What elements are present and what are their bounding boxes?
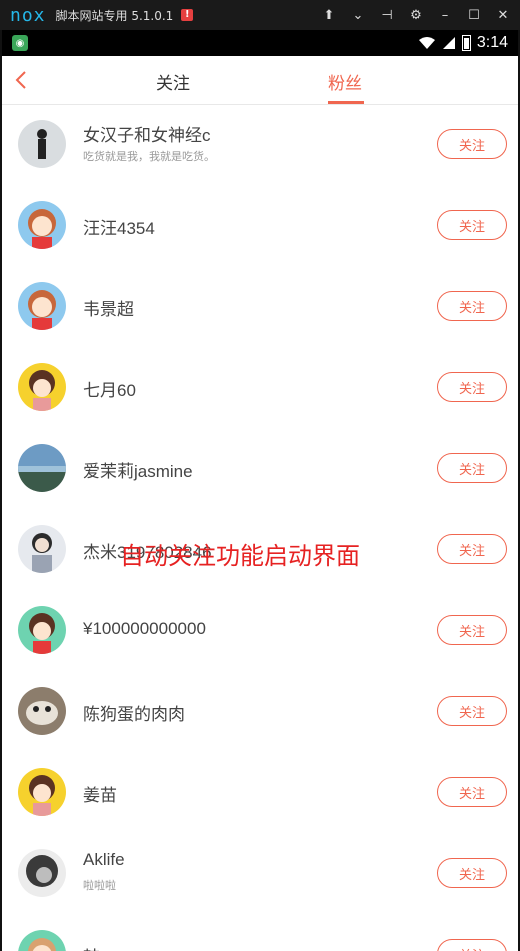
list-item[interactable]: 姜苗 关注 [2, 753, 518, 833]
follow-button[interactable]: 关注 [437, 777, 507, 807]
header: 关注 粉丝 [2, 56, 518, 105]
signal-icon [442, 37, 455, 49]
avatar[interactable] [18, 687, 66, 735]
maximize-icon[interactable]: ☐ [467, 8, 481, 23]
emulator-controls: ⬆ ⌄ ⊣ ⚙ – ☐ ✕ [322, 8, 510, 23]
battery-icon [461, 35, 471, 51]
active-tab-indicator [328, 101, 364, 104]
close-icon[interactable]: ✕ [496, 8, 510, 23]
follow-button[interactable]: 关注 [437, 858, 507, 888]
user-bio: 啦啦啦 [83, 879, 116, 892]
emulator-title-bar: nox 脚本网站专用 5.1.0.1 ! ⬆ ⌄ ⊣ ⚙ – ☐ ✕ [0, 0, 520, 30]
list-item[interactable]: 韦景超 关注 [2, 267, 518, 347]
follow-button[interactable]: 关注 [437, 372, 507, 402]
follow-button[interactable]: 关注 [437, 615, 507, 645]
avatar[interactable] [18, 282, 66, 330]
user-name: 陈狗蛋的肉肉 [83, 705, 185, 724]
tab-fans[interactable]: 粉丝 [328, 69, 362, 94]
avatar[interactable] [18, 849, 66, 897]
settings-icon[interactable]: ⚙ [409, 8, 423, 23]
user-name: 七月60 [83, 381, 136, 400]
alert-badge[interactable]: ! [181, 9, 194, 21]
list-item[interactable]: 七月60 关注 [2, 348, 518, 428]
follow-button[interactable]: 关注 [437, 210, 507, 240]
status-indicators: 3:14 [418, 34, 508, 52]
wifi-icon [418, 37, 435, 49]
list-item[interactable]: 陈狗蛋的肉肉 关注 [2, 672, 518, 752]
list-item[interactable]: 汪汪4354 关注 [2, 186, 518, 266]
list-item[interactable]: ¥100000000000 关注 [2, 591, 518, 671]
shrink-icon[interactable]: ⊣ [380, 8, 394, 23]
status-time: 3:14 [476, 34, 508, 51]
user-name: 韦景超 [83, 300, 134, 319]
avatar[interactable] [18, 201, 66, 249]
user-name: 汪汪4354 [83, 219, 155, 238]
user-bio: 吃货就是我，我就是吃货。 [83, 150, 215, 163]
follow-button[interactable]: 关注 [437, 453, 507, 483]
user-name: Aklife [83, 850, 125, 869]
list-item[interactable]: 爱茉莉jasmine 关注 [2, 429, 518, 509]
avatar[interactable] [18, 120, 66, 168]
user-name: ¥100000000000 [83, 619, 206, 638]
back-icon[interactable] [12, 70, 32, 90]
user-name: 爱茉莉jasmine [83, 462, 193, 481]
nox-logo: nox [10, 4, 46, 26]
user-name: 女汉子和女神经c [83, 126, 211, 145]
app-screen: 关注 粉丝 女汉子和女神经c 吃货就是我，我就是吃货。 关注 汪汪4354 关注 [2, 56, 518, 951]
avatar[interactable] [18, 606, 66, 654]
list-item[interactable]: Aklife 啦啦啦 关注 [2, 834, 518, 914]
pin-icon[interactable]: ⬆ [322, 8, 336, 23]
follow-button[interactable]: 关注 [437, 534, 507, 564]
emulator-title: 脚本网站专用 5.1.0.1 [55, 8, 174, 23]
app-notification-icon: ◉ [12, 35, 28, 51]
follow-button[interactable]: 关注 [437, 129, 507, 159]
avatar[interactable] [18, 930, 66, 951]
list-item[interactable]: 韩7180 关注 [2, 915, 518, 951]
overlay-caption: 自动关注功能启动界面 [120, 542, 360, 570]
avatar[interactable] [18, 768, 66, 816]
user-name: 姜苗 [83, 786, 117, 805]
status-bar: ◉ 3:14 [2, 30, 518, 56]
follow-button[interactable]: 关注 [437, 291, 507, 321]
avatar[interactable] [18, 363, 66, 411]
minimize-icon[interactable]: – [438, 8, 452, 23]
follow-button[interactable]: 关注 [437, 939, 507, 951]
list-item[interactable]: 女汉子和女神经c 吃货就是我，我就是吃货。 关注 [2, 105, 518, 185]
avatar[interactable] [18, 444, 66, 492]
user-name: 韩7180 [83, 943, 138, 951]
tab-following[interactable]: 关注 [156, 69, 190, 94]
collapse-icon[interactable]: ⌄ [351, 8, 365, 23]
avatar[interactable] [18, 525, 66, 573]
follow-button[interactable]: 关注 [437, 696, 507, 726]
